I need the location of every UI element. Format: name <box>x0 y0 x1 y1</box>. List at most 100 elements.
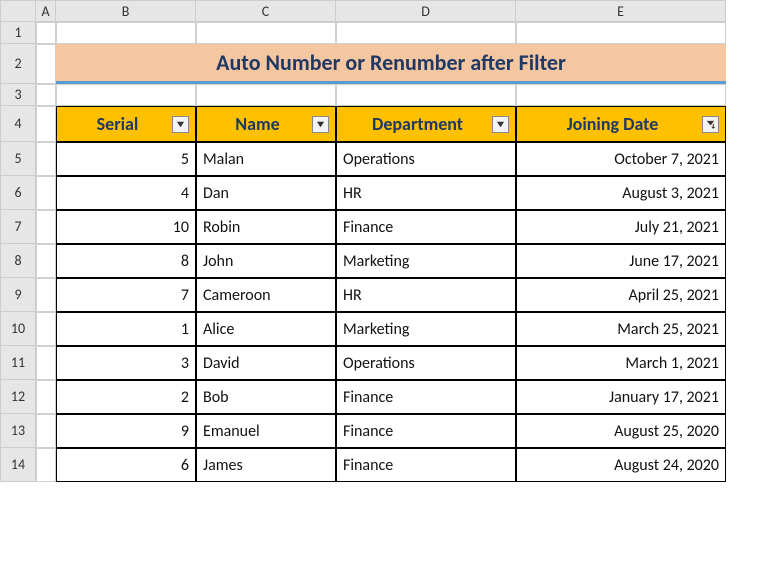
table-cell-name[interactable]: Emanuel <box>196 414 336 448</box>
cell-blank <box>36 244 56 278</box>
column-header[interactable]: D <box>336 0 516 22</box>
table-cell-name[interactable]: Cameroon <box>196 278 336 312</box>
filter-dropdown-icon[interactable] <box>312 116 329 133</box>
table-cell-name[interactable]: Bob <box>196 380 336 414</box>
table-cell-serial[interactable]: 1 <box>56 312 196 346</box>
table-cell-name[interactable]: Alice <box>196 312 336 346</box>
table-cell-serial[interactable]: 7 <box>56 278 196 312</box>
cell-value: James <box>203 456 243 475</box>
row-header[interactable]: 7 <box>0 210 36 244</box>
table-cell-department[interactable]: HR <box>336 176 516 210</box>
table-cell-department[interactable]: Marketing <box>336 312 516 346</box>
row-header[interactable]: 6 <box>0 176 36 210</box>
table-cell-department[interactable]: Finance <box>336 380 516 414</box>
table-cell-joining_date[interactable]: August 3, 2021 <box>516 176 726 210</box>
table-cell-joining_date[interactable]: March 25, 2021 <box>516 312 726 346</box>
table-cell-joining_date[interactable]: August 24, 2020 <box>516 448 726 482</box>
table-cell-serial[interactable]: 8 <box>56 244 196 278</box>
table-cell-serial[interactable]: 4 <box>56 176 196 210</box>
table-cell-department[interactable]: Operations <box>336 346 516 380</box>
cell-value: Cameroon <box>203 286 271 305</box>
cell-blank <box>36 448 56 482</box>
table-cell-name[interactable]: James <box>196 448 336 482</box>
table-cell-joining_date[interactable]: July 21, 2021 <box>516 210 726 244</box>
table-cell-department[interactable]: Finance <box>336 210 516 244</box>
table-cell-name[interactable]: Malan <box>196 142 336 176</box>
table-cell-joining_date[interactable]: August 25, 2020 <box>516 414 726 448</box>
table-cell-serial[interactable]: 5 <box>56 142 196 176</box>
filter-dropdown-icon[interactable] <box>172 116 189 133</box>
table-header-serial[interactable]: Serial <box>56 106 196 142</box>
table-cell-name[interactable]: Dan <box>196 176 336 210</box>
cell-value: August 25, 2020 <box>614 422 719 441</box>
column-header[interactable]: A <box>36 0 56 22</box>
row-header[interactable]: 4 <box>0 106 36 142</box>
table-cell-name[interactable]: David <box>196 346 336 380</box>
row-header[interactable]: 13 <box>0 414 36 448</box>
column-header[interactable]: B <box>56 0 196 22</box>
column-header[interactable]: E <box>516 0 726 22</box>
row-header[interactable]: 1 <box>0 22 36 44</box>
cell-blank <box>516 84 726 106</box>
filter-dropdown-icon[interactable] <box>492 116 509 133</box>
table-cell-joining_date[interactable]: June 17, 2021 <box>516 244 726 278</box>
cell-blank <box>56 22 196 44</box>
cell-value: HR <box>343 184 362 203</box>
cell-value: July 21, 2021 <box>635 218 719 237</box>
cell-value: 6 <box>181 456 189 475</box>
column-header[interactable]: C <box>196 0 336 22</box>
table-cell-department[interactable]: HR <box>336 278 516 312</box>
table-cell-serial[interactable]: 10 <box>56 210 196 244</box>
table-cell-department[interactable]: Operations <box>336 142 516 176</box>
table-header-department[interactable]: Department <box>336 106 516 142</box>
cell-value: HR <box>343 286 362 305</box>
cell-blank <box>36 278 56 312</box>
select-all-corner[interactable] <box>0 0 36 22</box>
cell-blank <box>36 414 56 448</box>
row-header[interactable]: 2 <box>0 44 36 84</box>
table-cell-serial[interactable]: 6 <box>56 448 196 482</box>
header-label: Department <box>343 113 492 135</box>
table-cell-name[interactable]: Robin <box>196 210 336 244</box>
cell-value: Dan <box>203 184 229 203</box>
cell-value: John <box>203 252 233 271</box>
row-header[interactable]: 14 <box>0 448 36 482</box>
row-header[interactable]: 11 <box>0 346 36 380</box>
table-header-joining_date[interactable]: Joining Date <box>516 106 726 142</box>
cell-value: 9 <box>181 422 189 441</box>
table-cell-name[interactable]: John <box>196 244 336 278</box>
cell-blank <box>36 312 56 346</box>
cell-blank <box>36 84 56 106</box>
table-cell-serial[interactable]: 9 <box>56 414 196 448</box>
cell-value: April 25, 2021 <box>629 286 719 305</box>
row-header[interactable]: 9 <box>0 278 36 312</box>
table-cell-joining_date[interactable]: April 25, 2021 <box>516 278 726 312</box>
row-header[interactable]: 3 <box>0 84 36 106</box>
sort-filter-icon[interactable] <box>702 116 719 133</box>
table-cell-joining_date[interactable]: October 7, 2021 <box>516 142 726 176</box>
table-header-name[interactable]: Name <box>196 106 336 142</box>
header-label: Joining Date <box>523 113 702 135</box>
table-cell-joining_date[interactable]: January 17, 2021 <box>516 380 726 414</box>
row-header[interactable]: 8 <box>0 244 36 278</box>
cell-blank <box>36 176 56 210</box>
cell-blank <box>336 22 516 44</box>
table-cell-joining_date[interactable]: March 1, 2021 <box>516 346 726 380</box>
table-cell-department[interactable]: Finance <box>336 448 516 482</box>
row-header[interactable]: 5 <box>0 142 36 176</box>
cell-blank <box>516 22 726 44</box>
cell-value: March 25, 2021 <box>617 320 719 339</box>
cell-value: Emanuel <box>203 422 260 441</box>
table-cell-serial[interactable]: 2 <box>56 380 196 414</box>
cell-value: Finance <box>343 456 393 475</box>
cell-blank <box>36 142 56 176</box>
row-header[interactable]: 12 <box>0 380 36 414</box>
cell-value: August 3, 2021 <box>622 184 719 203</box>
cell-value: Finance <box>343 422 393 441</box>
cell-value: David <box>203 354 240 373</box>
table-cell-serial[interactable]: 3 <box>56 346 196 380</box>
cell-value: Alice <box>203 320 234 339</box>
table-cell-department[interactable]: Finance <box>336 414 516 448</box>
table-cell-department[interactable]: Marketing <box>336 244 516 278</box>
row-header[interactable]: 10 <box>0 312 36 346</box>
